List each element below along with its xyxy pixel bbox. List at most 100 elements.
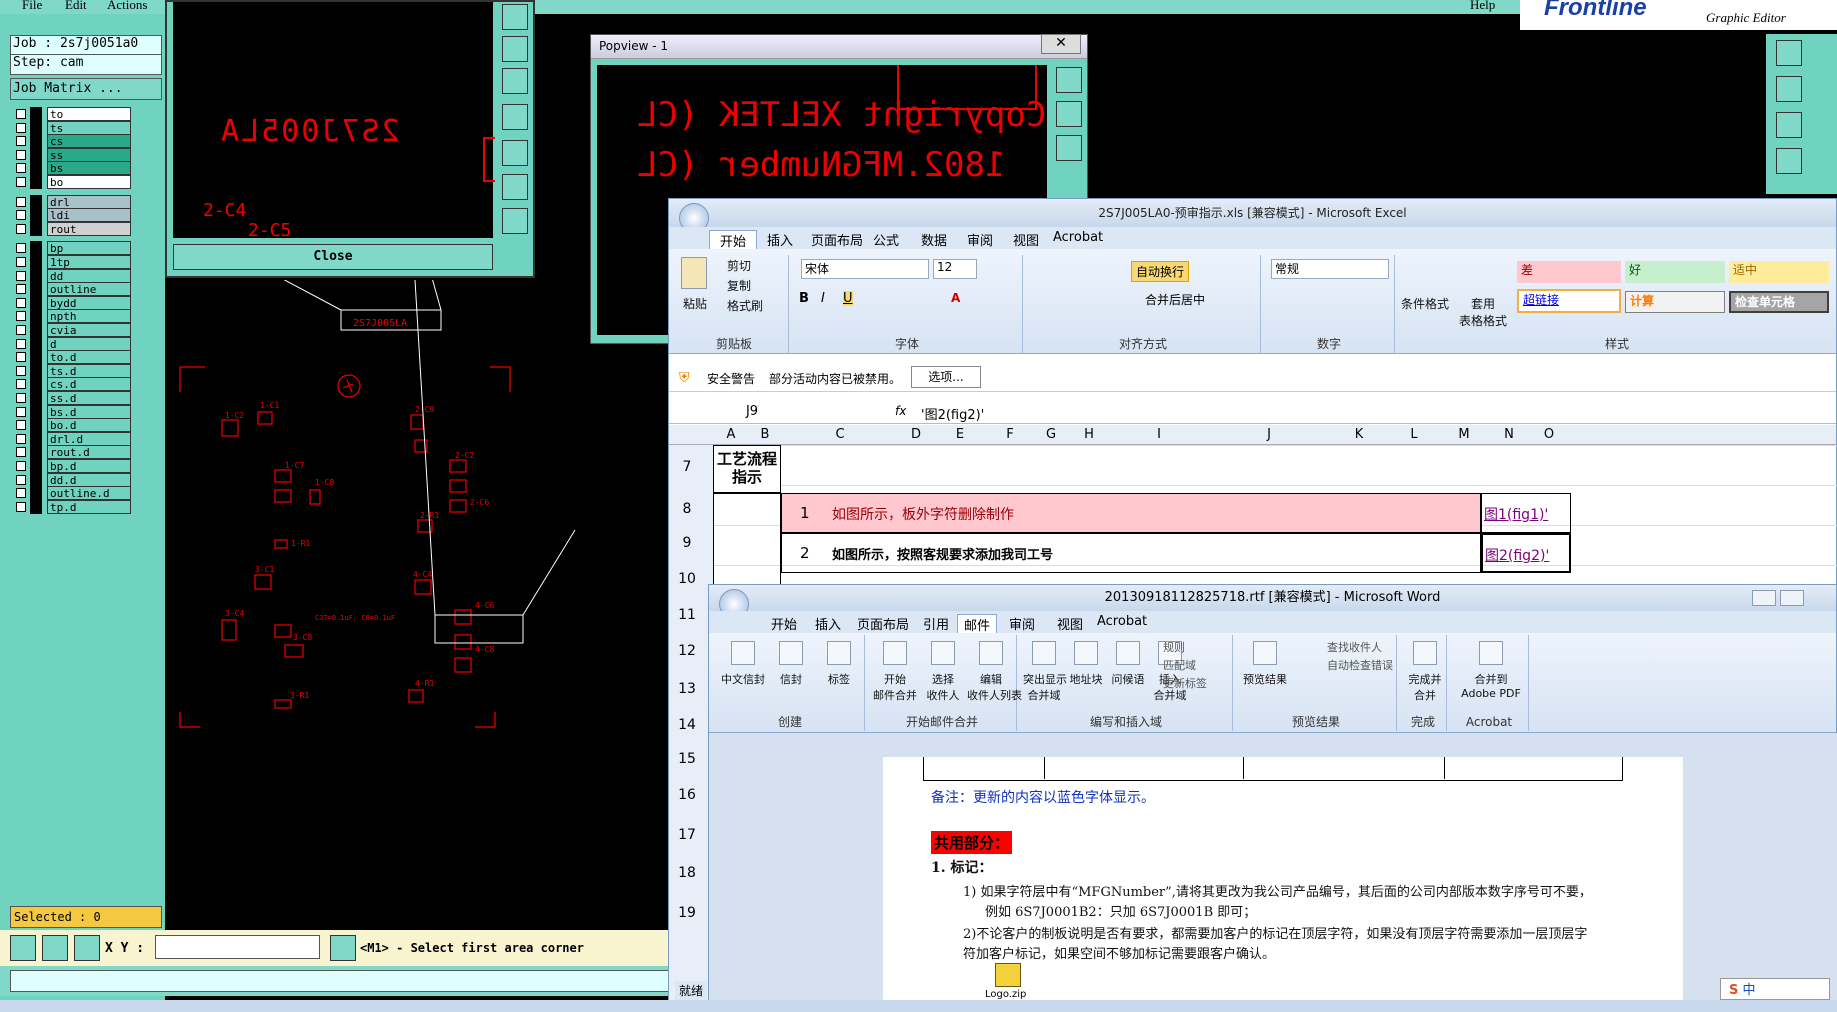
word-merge-icon[interactable] <box>931 641 955 665</box>
column-header[interactable]: C <box>781 427 899 442</box>
layer-checkbox[interactable] <box>16 406 26 417</box>
row-header[interactable]: 10 <box>669 571 705 587</box>
layer-row[interactable]: ts <box>13 120 133 135</box>
layer-checkbox[interactable] <box>16 270 26 281</box>
style-hyperlink[interactable]: 超链接 <box>1517 289 1621 313</box>
row-header[interactable]: 11 <box>669 607 705 623</box>
font-name-select[interactable]: 宋体 <box>801 259 929 279</box>
word-tab[interactable]: 插入 <box>815 614 841 633</box>
row8-link[interactable]: 图1(fig1)' <box>1484 504 1548 524</box>
header-cell[interactable]: 工艺流程 指示 <box>713 445 781 493</box>
layer-row[interactable]: outline <box>13 282 133 297</box>
column-header[interactable]: G <box>1033 427 1069 442</box>
table-format-button[interactable]: 套用 表格格式 <box>1459 295 1507 329</box>
layer-row[interactable]: ldi <box>13 208 133 223</box>
layer-checkbox[interactable] <box>16 393 26 403</box>
layer-checkbox[interactable] <box>16 474 26 485</box>
zoom-tool-1[interactable] <box>502 4 528 30</box>
column-header[interactable]: O <box>1529 427 1569 442</box>
maximize-icon[interactable] <box>1780 590 1804 606</box>
font-size-select[interactable]: 12 <box>933 259 977 279</box>
close-button[interactable]: Close <box>173 244 493 270</box>
layer-row[interactable]: ss.d <box>13 391 133 405</box>
layer-row[interactable]: d <box>13 336 133 351</box>
layer-row[interactable]: cvia <box>13 323 133 337</box>
word-preview-side-button[interactable]: 自动检查错误 <box>1327 657 1393 673</box>
layer-checkbox[interactable] <box>16 196 26 207</box>
excel-tab[interactable]: 插入 <box>767 230 793 249</box>
word-merge-button[interactable]: 编辑 收件人列表 <box>967 671 1022 703</box>
word-tab[interactable]: 审阅 <box>1009 614 1035 633</box>
layer-row[interactable]: dd.d <box>13 472 133 487</box>
excel-tab[interactable]: 数据 <box>921 230 947 249</box>
layer-checkbox[interactable] <box>16 365 26 376</box>
zip-file-icon[interactable] <box>995 963 1021 987</box>
layer-row[interactable]: ts.d <box>13 363 133 378</box>
layer-checkbox[interactable] <box>16 109 26 119</box>
layer-row[interactable]: ss <box>13 147 133 162</box>
layer-row[interactable]: drl.d <box>13 431 133 446</box>
merge-center-button[interactable]: 合并后居中 <box>1145 291 1205 308</box>
layer-row[interactable]: rout <box>13 221 133 236</box>
name-box[interactable]: J9 <box>677 404 827 422</box>
number-format-select[interactable]: 常规 <box>1271 259 1389 279</box>
style-good[interactable]: 好 <box>1625 261 1725 283</box>
layer-row[interactable]: bs <box>13 161 133 176</box>
options-button[interactable]: 选项... <box>911 366 981 388</box>
column-header[interactable]: M <box>1439 427 1489 442</box>
line-select-icon[interactable] <box>42 935 68 961</box>
wrap-text-button[interactable]: 自动换行 <box>1131 261 1190 282</box>
conditional-format-button[interactable]: 条件格式 <box>1401 295 1449 312</box>
word-insert-icon[interactable] <box>1074 641 1098 665</box>
layer-row[interactable]: cs <box>13 134 133 149</box>
word-tab[interactable]: 引用 <box>923 614 949 633</box>
column-header[interactable]: F <box>987 427 1033 442</box>
word-preview-button[interactable]: 预览结果 <box>1239 671 1291 687</box>
command-field[interactable] <box>10 970 670 992</box>
row-header[interactable]: 9 <box>669 535 705 551</box>
style-neutral[interactable]: 适中 <box>1729 261 1829 283</box>
area-select-icon[interactable] <box>10 935 36 961</box>
word-create-icon[interactable] <box>779 641 803 665</box>
row-header[interactable]: 17 <box>669 827 705 843</box>
grid-select-icon[interactable] <box>74 935 100 961</box>
zoom-tool-6[interactable] <box>502 174 528 200</box>
layer-checkbox[interactable] <box>16 311 26 322</box>
word-tab[interactable]: 开始 <box>771 614 797 633</box>
tool-icon-4[interactable] <box>1776 148 1802 174</box>
layer-row[interactable]: bo <box>13 175 133 189</box>
attachment-label[interactable]: Logo.zip <box>985 989 1026 1000</box>
layer-row[interactable]: dd <box>13 268 133 283</box>
format-painter-button[interactable]: 格式刷 <box>727 297 763 314</box>
word-acrobat-icon[interactable] <box>1479 641 1503 665</box>
style-check[interactable]: 检查单元格 <box>1729 291 1829 313</box>
zoom-tool-5[interactable] <box>502 140 528 166</box>
layer-row[interactable]: bydd <box>13 295 133 310</box>
xy-input[interactable] <box>155 935 320 959</box>
excel-tab[interactable]: 开始 <box>709 230 758 250</box>
italic-button[interactable]: I <box>821 291 825 306</box>
zoom-canvas[interactable]: 2S7J005LA 2-C4 2-C5 <box>173 2 495 241</box>
row-header[interactable]: 15 <box>669 751 705 767</box>
column-header[interactable]: K <box>1329 427 1389 442</box>
layer-row[interactable]: 1tp <box>13 255 133 269</box>
column-header[interactable]: A <box>713 427 749 442</box>
column-header[interactable]: N <box>1489 427 1529 442</box>
row-header[interactable]: 18 <box>669 865 705 881</box>
excel-tab[interactable]: 页面布局 <box>811 230 863 249</box>
column-header[interactable]: J <box>1209 427 1329 442</box>
layer-checkbox[interactable] <box>16 352 26 363</box>
popview-tool-2[interactable] <box>1056 101 1082 127</box>
column-header[interactable]: E <box>933 427 987 442</box>
menu-help[interactable]: Help <box>1470 0 1495 13</box>
underline-button[interactable]: U <box>843 291 853 306</box>
tool-icon-1[interactable] <box>1776 40 1802 66</box>
layer-row[interactable]: to.d <box>13 350 133 365</box>
zoom-tool-2[interactable] <box>502 36 528 62</box>
word-insert-button[interactable]: 地址块 <box>1065 671 1107 687</box>
excel-tab[interactable]: 视图 <box>1013 230 1039 249</box>
word-insert-icon[interactable] <box>1116 641 1140 665</box>
layer-checkbox[interactable] <box>16 325 26 335</box>
layer-checkbox[interactable] <box>16 223 26 234</box>
excel-tab[interactable]: 审阅 <box>967 230 993 249</box>
